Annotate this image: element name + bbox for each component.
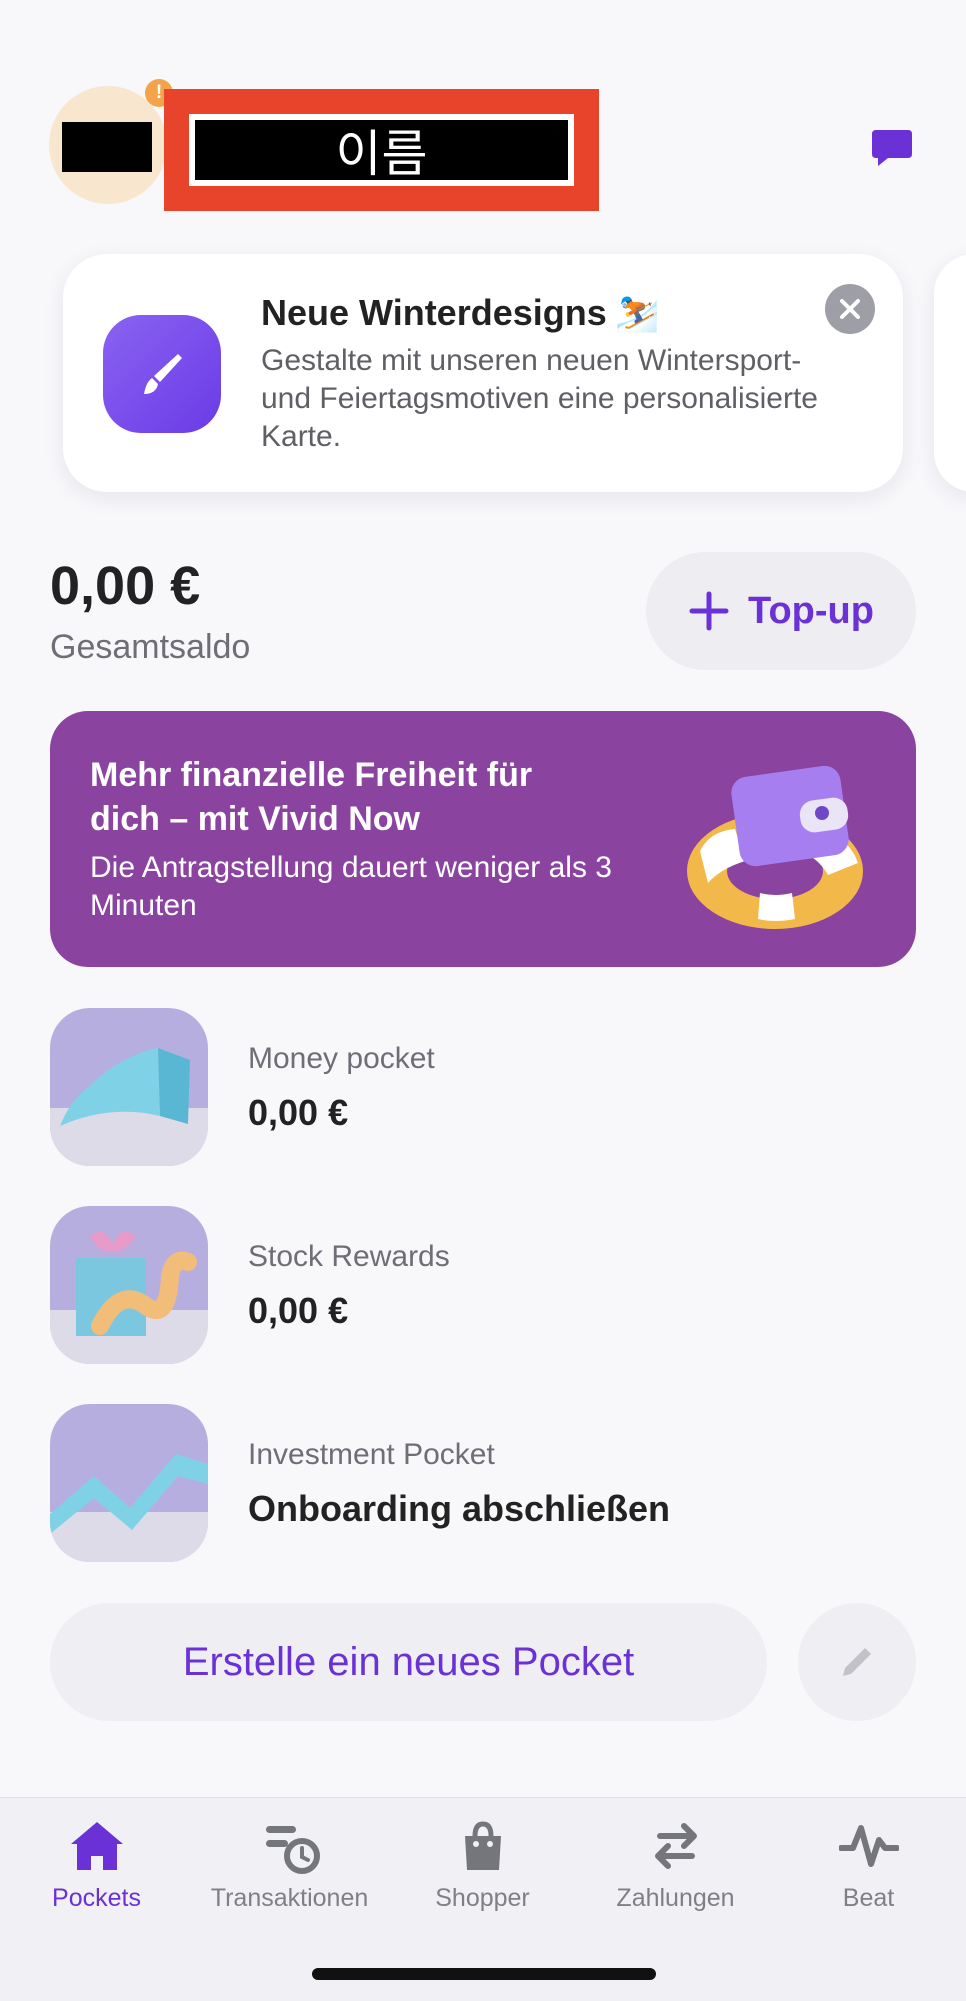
money-pocket-thumbnail [50, 1008, 208, 1166]
create-pocket-label: Erstelle ein neues Pocket [182, 1639, 635, 1684]
pocket-stock-rewards[interactable]: Stock Rewards 0,00 € [50, 1206, 916, 1364]
tab-label: Shopper [435, 1884, 530, 1912]
user-name-placeholder: 이름 [195, 120, 568, 183]
total-balance-label: Gesamtsaldo [50, 628, 251, 666]
pocket-value: Onboarding abschließen [248, 1488, 671, 1529]
home-icon [70, 1822, 123, 1870]
vivid-now-subtitle: Die Antragstellung dauert weniger als 3 … [90, 851, 612, 922]
topup-button[interactable]: Top-up [646, 552, 916, 670]
shopping-bag-icon [464, 1821, 501, 1870]
tab-pockets[interactable]: Pockets [0, 1818, 193, 1918]
tab-label: Zahlungen [616, 1884, 735, 1912]
pocket-money[interactable]: Money pocket 0,00 € [50, 1008, 916, 1166]
wallet-lifebuoy-illustration [687, 765, 863, 929]
close-button[interactable] [825, 284, 875, 334]
plus-icon [689, 591, 729, 631]
pocket-value: 0,00 € [248, 1290, 349, 1331]
tab-label: Transaktionen [210, 1884, 369, 1912]
promo-text: Gestalte mit unseren neuen Wintersport- … [261, 344, 818, 453]
transactions-icon [265, 1826, 320, 1874]
tab-beat[interactable]: Beat [772, 1818, 965, 1918]
pocket-value: 0,00 € [248, 1092, 349, 1133]
transfer-arrows-icon [654, 1823, 697, 1869]
topup-label: Top-up [748, 589, 874, 632]
promo-title-text: Neue Winterdesigns [261, 292, 607, 333]
promo-title: Neue Winterdesigns ⛷️ [261, 292, 660, 334]
tab-label: Beat [842, 1884, 895, 1912]
pencil-icon [843, 1648, 871, 1676]
skier-emoji: ⛷️ [614, 292, 660, 333]
tab-transaktionen[interactable]: Transaktionen [193, 1818, 386, 1918]
close-icon [840, 299, 860, 319]
vivid-now-banner[interactable]: Mehr finanzielle Freiheit für dich – mit… [50, 711, 916, 967]
pulse-icon [838, 1825, 899, 1867]
paint-brush-icon [103, 315, 221, 433]
pocket-investment[interactable]: Investment Pocket Onboarding abschließen [50, 1404, 916, 1562]
pockets-screen: ! 이름 Neue Winterdesigns ⛷️ Gestalte mit u… [0, 0, 966, 2001]
vivid-now-title: Mehr finanzielle Freiheit für dich – mit… [90, 756, 533, 838]
pocket-label: Money pocket [248, 1042, 435, 1075]
avatar-redaction [62, 122, 152, 172]
tab-zahlungen[interactable]: Zahlungen [579, 1818, 772, 1918]
tab-shopper[interactable]: Shopper [386, 1818, 579, 1918]
chat-icon[interactable] [870, 126, 914, 170]
investment-pocket-thumbnail [50, 1404, 208, 1562]
user-name-redaction-frame: 이름 [164, 89, 599, 211]
home-indicator[interactable] [312, 1968, 656, 1980]
tab-label: Pockets [52, 1884, 141, 1912]
next-promo-card[interactable] [934, 254, 966, 492]
pocket-label: Stock Rewards [248, 1240, 450, 1273]
stock-rewards-thumbnail [50, 1206, 208, 1364]
create-pocket-button[interactable]: Erstelle ein neues Pocket [50, 1603, 767, 1721]
pocket-label: Investment Pocket [248, 1438, 495, 1471]
edit-pockets-button[interactable] [798, 1603, 916, 1721]
user-name-redaction: 이름 [189, 114, 574, 186]
total-balance: 0,00 € [50, 556, 201, 616]
promo-card[interactable]: Neue Winterdesigns ⛷️ Gestalte mit unsere… [63, 254, 903, 492]
